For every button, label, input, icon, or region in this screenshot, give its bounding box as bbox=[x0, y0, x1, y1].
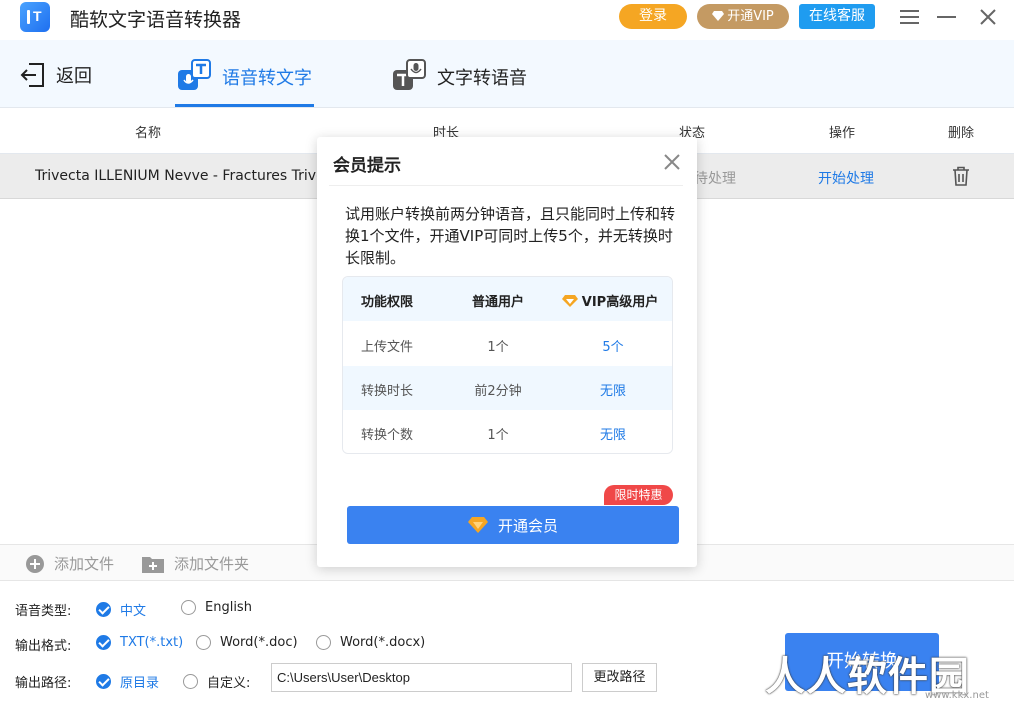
path-option-custom[interactable]: 自定义: bbox=[183, 672, 250, 691]
header-vip-user-label: VIP高级用户 bbox=[581, 295, 659, 310]
modal-divider bbox=[329, 185, 683, 186]
voice-option-label: English bbox=[205, 600, 252, 615]
path-option-label: 原目录 bbox=[120, 676, 160, 691]
add-folder-button[interactable]: 添加文件夹 bbox=[142, 553, 249, 574]
radio-icon bbox=[196, 635, 211, 650]
add-file-label: 添加文件 bbox=[54, 555, 115, 573]
back-label: 返回 bbox=[56, 66, 92, 87]
radio-icon bbox=[183, 674, 198, 689]
close-window-icon[interactable] bbox=[978, 7, 998, 27]
feature-cell: 转换个数 bbox=[361, 428, 414, 443]
feature-cell: 上传文件 bbox=[361, 340, 414, 355]
add-folder-label: 添加文件夹 bbox=[174, 555, 250, 573]
output-path-input[interactable]: C:\Users\User\Desktop bbox=[271, 663, 572, 692]
membership-modal: 会员提示 试用账户转换前两分钟语音，且只能同时上传和转换1个文件，开通VIP可同… bbox=[317, 137, 697, 567]
add-file-button[interactable]: 添加文件 bbox=[26, 553, 114, 574]
radio-checked-icon bbox=[96, 635, 111, 650]
radio-icon bbox=[181, 600, 196, 615]
header-normal-user: 普通用户 bbox=[471, 295, 524, 310]
format-option-label: Word(*.doc) bbox=[220, 635, 298, 650]
active-tab-indicator bbox=[175, 104, 314, 107]
file-status: 待处理 bbox=[694, 171, 736, 187]
diamond-icon bbox=[467, 517, 488, 533]
login-button[interactable]: 登录 bbox=[619, 4, 687, 29]
tab-text-to-speech[interactable]: 文字转语音 bbox=[393, 58, 527, 108]
table-row: 上传文件 1个 5个 bbox=[343, 322, 672, 366]
close-icon[interactable] bbox=[663, 153, 681, 171]
voice-option-chinese[interactable]: 中文 bbox=[96, 600, 146, 619]
normal-cell: 1个 bbox=[487, 340, 509, 355]
output-path-label: 输出路径: bbox=[15, 676, 72, 691]
online-service-button[interactable]: 在线客服 bbox=[799, 4, 875, 29]
tab-speech-to-text-label: 语音转文字 bbox=[222, 68, 312, 89]
promo-badge: 限时特惠 bbox=[604, 485, 673, 505]
folder-plus-icon bbox=[142, 556, 164, 573]
column-header-name: 名称 bbox=[135, 126, 162, 141]
voice-option-english[interactable]: English bbox=[181, 600, 252, 615]
vip-cell: 5个 bbox=[602, 340, 624, 355]
header-feature: 功能权限 bbox=[361, 295, 414, 310]
table-row: 转换个数 1个 无限 bbox=[343, 410, 672, 453]
table-row: 转换时长 前2分钟 无限 bbox=[343, 366, 672, 410]
radio-checked-icon bbox=[96, 602, 111, 617]
path-option-label: 自定义: bbox=[207, 676, 251, 691]
minimize-icon[interactable] bbox=[937, 7, 957, 27]
format-option-docx[interactable]: Word(*.docx) bbox=[316, 635, 425, 650]
diamond-icon bbox=[712, 11, 725, 21]
vip-button-label: 开通VIP bbox=[727, 9, 774, 24]
output-format-label: 输出格式: bbox=[15, 639, 72, 654]
format-option-doc[interactable]: Word(*.doc) bbox=[196, 635, 298, 650]
format-option-txt[interactable]: TXT(*.txt) bbox=[96, 635, 183, 650]
normal-cell: 1个 bbox=[487, 428, 509, 443]
file-name: Trivecta ILLENIUM Nevve - Fractures Triv… bbox=[35, 168, 320, 184]
title-bar: 酷软文字语音转换器 登录 开通VIP 在线客服 bbox=[0, 0, 1014, 40]
format-option-label: Word(*.docx) bbox=[340, 635, 426, 650]
voice-type-label: 语音类型: bbox=[15, 604, 72, 619]
text-to-speech-icon bbox=[393, 59, 426, 90]
radio-icon bbox=[316, 635, 331, 650]
column-header-action: 操作 bbox=[829, 126, 856, 141]
normal-cell: 前2分钟 bbox=[474, 384, 522, 399]
radio-checked-icon bbox=[96, 674, 111, 689]
speech-to-text-icon bbox=[178, 59, 211, 90]
start-process-link[interactable]: 开始处理 bbox=[818, 168, 874, 188]
app-logo-icon bbox=[20, 2, 50, 32]
plus-circle-icon bbox=[26, 554, 44, 573]
open-membership-label: 开通会员 bbox=[497, 516, 558, 535]
vip-button[interactable]: 开通VIP bbox=[697, 4, 789, 29]
tab-speech-to-text[interactable]: 语音转文字 bbox=[178, 58, 312, 108]
voice-type-row: 语音类型: 中文 English bbox=[0, 594, 1014, 624]
trash-icon[interactable] bbox=[952, 166, 970, 186]
vip-cell: 无限 bbox=[599, 384, 626, 399]
feature-cell: 转换时长 bbox=[361, 384, 414, 399]
vip-cell: 无限 bbox=[599, 428, 626, 443]
header-vip-user: VIP高级用户 bbox=[555, 291, 665, 310]
watermark-url: www.kkx.net bbox=[925, 690, 989, 701]
voice-option-label: 中文 bbox=[120, 604, 147, 619]
modal-title: 会员提示 bbox=[333, 156, 401, 176]
app-title: 酷软文字语音转换器 bbox=[70, 9, 242, 31]
comparison-table-header: 功能权限 普通用户 VIP高级用户 bbox=[343, 277, 672, 321]
format-option-label: TXT(*.txt) bbox=[120, 635, 184, 650]
back-button[interactable]: 返回 bbox=[20, 60, 92, 90]
nav-bar: 返回 语音转文字 文字转语音 bbox=[0, 40, 1014, 108]
change-path-button[interactable]: 更改路径 bbox=[582, 663, 657, 692]
diamond-icon bbox=[561, 295, 578, 307]
tab-text-to-speech-label: 文字转语音 bbox=[437, 68, 527, 89]
back-icon bbox=[20, 63, 44, 87]
modal-description: 试用账户转换前两分钟语音，且只能同时上传和转换1个文件，开通VIP可同时上传5个… bbox=[345, 205, 676, 267]
path-option-original[interactable]: 原目录 bbox=[96, 672, 159, 691]
menu-icon[interactable] bbox=[900, 7, 920, 27]
open-membership-button[interactable]: 开通会员 bbox=[347, 506, 679, 544]
comparison-table: 功能权限 普通用户 VIP高级用户 上传文件 1个 5个 转换时长 前2分钟 无… bbox=[342, 276, 673, 454]
column-header-delete: 删除 bbox=[948, 126, 975, 141]
